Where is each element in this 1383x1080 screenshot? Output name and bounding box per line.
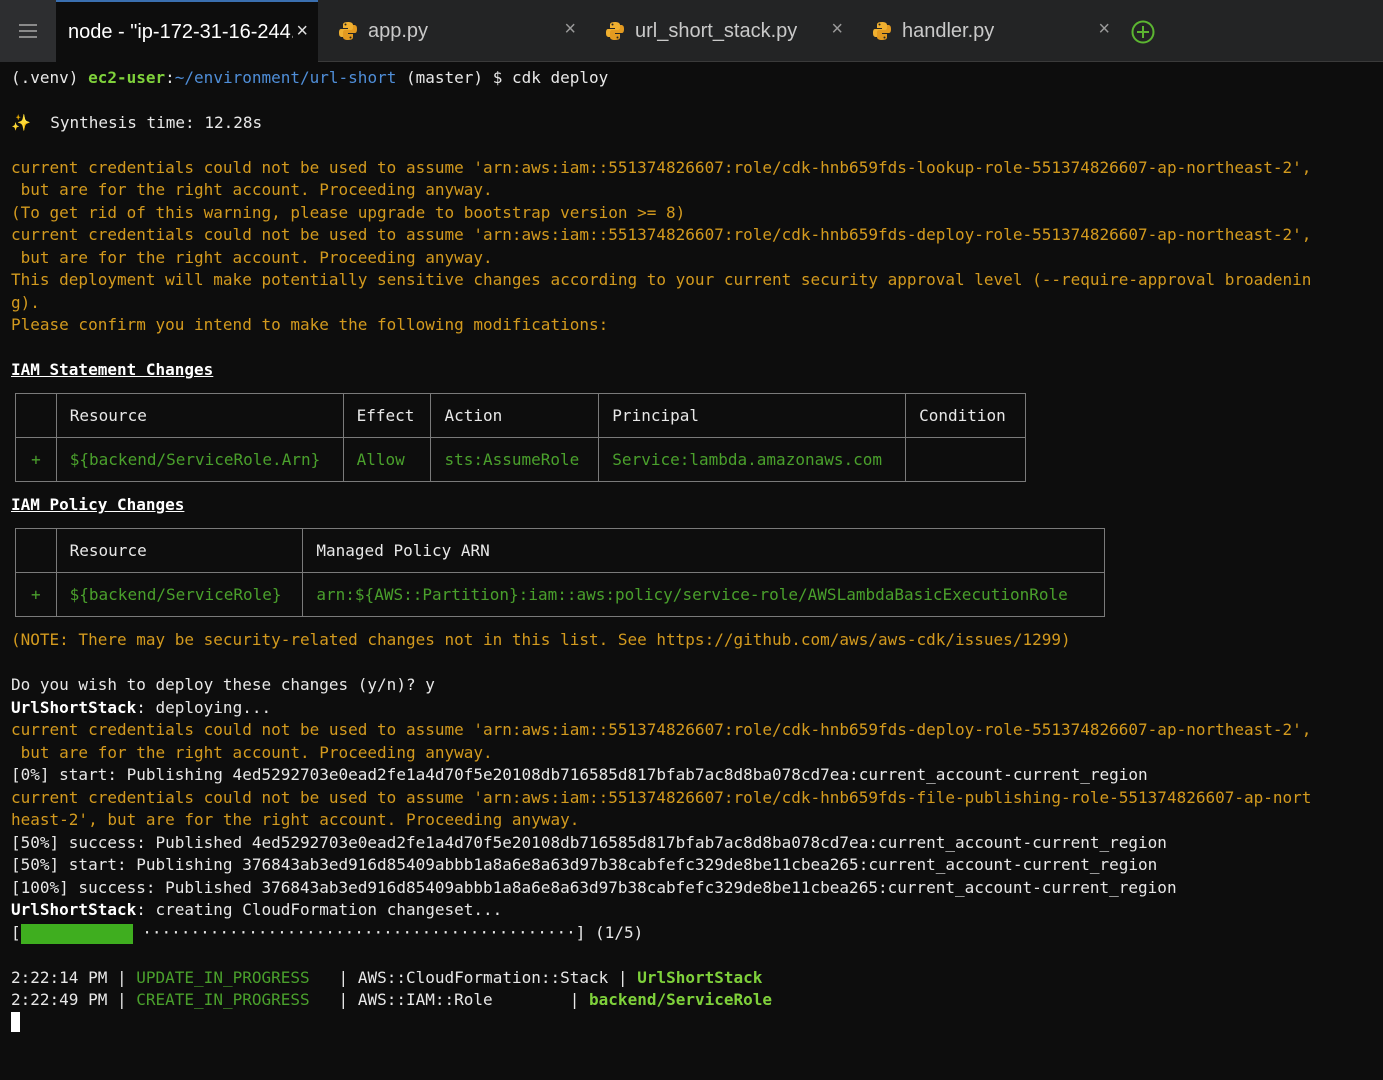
table-row: + ${backend/ServiceRole} arn:${AWS::Part… xyxy=(15,572,1105,617)
close-icon[interactable]: × xyxy=(564,18,576,41)
progress-fill xyxy=(20,923,133,944)
iam-policy-table: Resource Managed Policy ARN + ${backend/… xyxy=(15,528,1105,617)
warning-line: current credentials could not be used to… xyxy=(11,158,1312,177)
warning-line: but are for the right account. Proceedin… xyxy=(11,248,493,267)
table-header-row: Resource Managed Policy ARN xyxy=(15,528,1105,573)
python-icon xyxy=(339,22,357,40)
deploying-line: UrlShortStack: deploying... xyxy=(11,698,272,717)
warning-line: current credentials could not be used to… xyxy=(11,225,1312,244)
warning-line: This deployment will make potentially se… xyxy=(11,270,1312,289)
sparkles-icon: ✨ xyxy=(11,113,31,132)
synthesis-line: ✨ Synthesis time: 12.28s xyxy=(11,113,263,132)
terminal-cursor xyxy=(11,1012,20,1032)
warning-line: Please confirm you intend to make the fo… xyxy=(11,315,609,334)
event-row: 2:22:49 PM | CREATE_IN_PROGRESS | AWS::I… xyxy=(11,990,773,1009)
publish-line: [0%] start: Publishing 4ed5292703e0ead2f… xyxy=(11,765,1148,784)
publish-line: [50%] start: Publishing 376843ab3ed916d8… xyxy=(11,855,1158,874)
warning-line: heast-2', but are for the right account.… xyxy=(11,810,580,829)
tab-label: node - "ip-172-31-16-244. xyxy=(68,20,293,43)
close-icon[interactable]: × xyxy=(1098,18,1110,41)
event-row: 2:22:14 PM | UPDATE_IN_PROGRESS | AWS::C… xyxy=(11,968,763,987)
tab-terminal[interactable]: node - "ip-172-31-16-244. × xyxy=(56,0,318,62)
iam-policy-title: IAM Policy Changes xyxy=(11,495,185,514)
publish-line: [50%] success: Published 4ed5292703e0ead… xyxy=(11,833,1167,852)
close-icon[interactable]: × xyxy=(831,18,843,41)
warning-line: current credentials could not be used to… xyxy=(11,788,1312,807)
prompt-line: (.venv) ec2-user:~/environment/url-short… xyxy=(11,68,609,87)
warning-line: g). xyxy=(11,293,40,312)
hamburger-icon xyxy=(19,24,37,38)
warning-line: but are for the right account. Proceedin… xyxy=(11,180,493,199)
tab-app-py[interactable]: app.py × xyxy=(326,0,586,62)
warning-line: current credentials could not be used to… xyxy=(11,720,1312,739)
publish-line: [100%] success: Published 376843ab3ed916… xyxy=(11,878,1177,897)
tab-url-short-stack-py[interactable]: url_short_stack.py × xyxy=(593,0,853,62)
progress-count: (1/5) xyxy=(595,923,644,942)
python-icon xyxy=(873,22,891,40)
changeset-line: UrlShortStack: creating CloudFormation c… xyxy=(11,900,503,919)
python-icon xyxy=(606,22,624,40)
confirm-line: Do you wish to deploy these changes (y/n… xyxy=(11,675,435,694)
close-icon[interactable]: × xyxy=(296,20,308,43)
add-tab-icon[interactable] xyxy=(1131,20,1155,44)
table-header-row: Resource Effect Action Principal Conditi… xyxy=(15,393,1026,438)
table-row: + ${backend/ServiceRole.Arn} Allow sts:A… xyxy=(15,437,1026,482)
warning-line: but are for the right account. Proceedin… xyxy=(11,743,493,762)
iam-statement-title: IAM Statement Changes xyxy=(11,360,214,379)
tab-bar: node - "ip-172-31-16-244. × app.py × url… xyxy=(0,0,1383,62)
iam-statement-table: Resource Effect Action Principal Conditi… xyxy=(15,393,1026,482)
progress-bar: [ ······································… xyxy=(11,923,644,944)
tab-handler-py[interactable]: handler.py × xyxy=(860,0,1120,62)
terminal[interactable]: (.venv) ec2-user:~/environment/url-short… xyxy=(0,62,1383,1080)
tab-label: url_short_stack.py xyxy=(635,19,798,42)
menu-button[interactable] xyxy=(0,0,56,62)
warning-line: (To get rid of this warning, please upgr… xyxy=(11,203,686,222)
tab-label: handler.py xyxy=(902,19,995,42)
note-line: (NOTE: There may be security-related cha… xyxy=(11,630,1071,649)
tab-label: app.py xyxy=(368,19,429,42)
